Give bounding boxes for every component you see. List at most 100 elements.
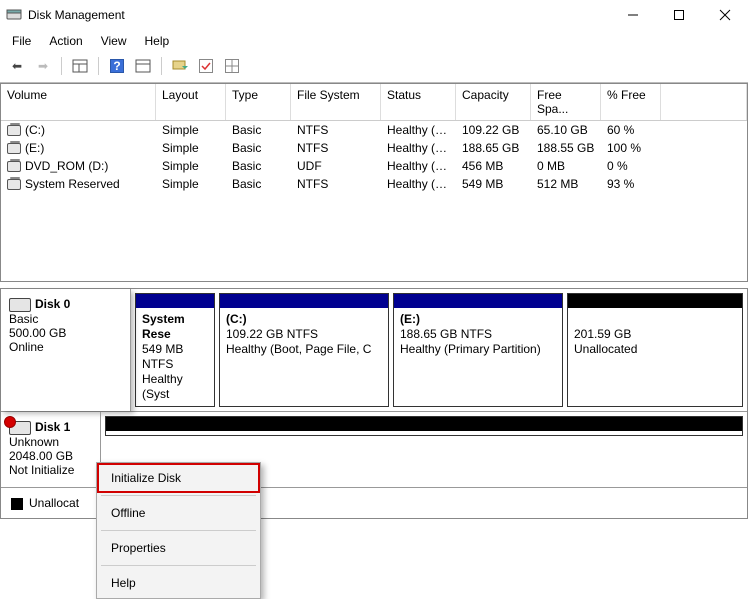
toolbar-separator [98, 57, 99, 75]
cell-capacity: 549 MB [456, 175, 531, 193]
menu-file[interactable]: File [4, 32, 39, 50]
help-button[interactable]: ? [106, 56, 128, 76]
partition-state: Unallocated [574, 342, 736, 357]
partition-bar [394, 294, 562, 308]
cell-status: Healthy (P... [381, 157, 456, 175]
cell-fs: NTFS [291, 139, 381, 157]
ctx-help[interactable]: Help [97, 568, 260, 598]
volume-name: System Reserved [25, 177, 120, 191]
svg-text:?: ? [113, 59, 120, 73]
volume-row[interactable]: DVD_ROM (D:) Simple Basic UDF Healthy (P… [1, 157, 747, 175]
col-type[interactable]: Type [226, 84, 291, 120]
cell-status: Healthy (P... [381, 139, 456, 157]
close-button[interactable] [702, 0, 748, 30]
partition-bar [568, 294, 742, 308]
volume-row[interactable]: (C:) Simple Basic NTFS Healthy (B... 109… [1, 121, 747, 139]
cell-capacity: 109.22 GB [456, 121, 531, 139]
disk-size: 2048.00 GB [9, 449, 92, 463]
window-title: Disk Management [28, 8, 610, 22]
volume-row[interactable]: System Reserved Simple Basic NTFS Health… [1, 175, 747, 193]
cell-layout: Simple [156, 175, 226, 193]
partition-bar [136, 294, 214, 308]
context-menu: Initialize Disk Offline Properties Help [96, 462, 261, 599]
partition[interactable]: (E:) 188.65 GB NTFS Healthy (Primary Par… [393, 293, 563, 407]
cell-capacity: 188.65 GB [456, 139, 531, 157]
cell-free: 65.10 GB [531, 121, 601, 139]
partition-unallocated[interactable] [105, 416, 743, 436]
col-pct[interactable]: % Free [601, 84, 661, 120]
ctx-properties[interactable]: Properties [97, 533, 260, 563]
maximize-button[interactable] [656, 0, 702, 30]
cell-type: Basic [226, 157, 291, 175]
ctx-separator [101, 495, 256, 496]
menu-action[interactable]: Action [41, 32, 90, 50]
titlebar: Disk Management [0, 0, 748, 30]
cell-layout: Simple [156, 121, 226, 139]
menu-view[interactable]: View [93, 32, 135, 50]
cell-status: Healthy (B... [381, 121, 456, 139]
disk-state: Online [9, 340, 122, 354]
minimize-button[interactable] [610, 0, 656, 30]
partition-bar [220, 294, 388, 308]
cell-layout: Simple [156, 157, 226, 175]
grid-button[interactable] [221, 56, 243, 76]
disk-state: Not Initialize [9, 463, 92, 477]
partition-unallocated[interactable]: 201.59 GB Unallocated [567, 293, 743, 407]
disk-type: Basic [9, 312, 122, 326]
toolbar-separator [61, 57, 62, 75]
menu-help[interactable]: Help [137, 32, 178, 50]
partition-size: 201.59 GB [574, 327, 736, 342]
col-volume[interactable]: Volume [1, 84, 156, 120]
col-status[interactable]: Status [381, 84, 456, 120]
cell-fs: UDF [291, 157, 381, 175]
volume-list-header: Volume Layout Type File System Status Ca… [1, 84, 747, 121]
cell-layout: Simple [156, 139, 226, 157]
partition-size: 188.65 GB NTFS [400, 327, 556, 342]
disk-info-panel[interactable]: Disk 0 Basic 500.00 GB Online [1, 289, 131, 411]
cell-free: 0 MB [531, 157, 601, 175]
partition-name: System Rese [142, 312, 208, 342]
legend-label: Unallocat [29, 496, 79, 510]
toolbar-separator [161, 57, 162, 75]
ctx-initialize-disk[interactable]: Initialize Disk [97, 463, 260, 493]
cell-free: 188.55 GB [531, 139, 601, 157]
check-button[interactable] [195, 56, 217, 76]
cell-type: Basic [226, 139, 291, 157]
volume-list: Volume Layout Type File System Status Ca… [0, 83, 748, 282]
cell-fs: NTFS [291, 121, 381, 139]
cell-capacity: 456 MB [456, 157, 531, 175]
disk-info-panel[interactable]: Disk 1 Unknown 2048.00 GB Not Initialize [1, 412, 101, 487]
ctx-separator [101, 530, 256, 531]
cell-pct: 100 % [601, 139, 661, 157]
partition-size: 109.22 GB NTFS [226, 327, 382, 342]
col-layout[interactable]: Layout [156, 84, 226, 120]
partition[interactable]: (C:) 109.22 GB NTFS Healthy (Boot, Page … [219, 293, 389, 407]
partition-bar [106, 417, 742, 431]
col-capacity[interactable]: Capacity [456, 84, 531, 120]
partition-state: Healthy (Primary Partition) [400, 342, 556, 357]
dvd-icon [7, 161, 21, 172]
volume-row[interactable]: (E:) Simple Basic NTFS Healthy (P... 188… [1, 139, 747, 157]
col-fs[interactable]: File System [291, 84, 381, 120]
partition-name: (C:) [226, 312, 382, 327]
action-list-button[interactable] [169, 56, 191, 76]
col-free[interactable]: Free Spa... [531, 84, 601, 120]
cell-pct: 0 % [601, 157, 661, 175]
ctx-offline[interactable]: Offline [97, 498, 260, 528]
volume-icon [7, 143, 21, 154]
nav-forward-button[interactable]: ➡ [32, 56, 54, 76]
settings-button[interactable] [132, 56, 154, 76]
disk-icon [9, 298, 31, 312]
partition[interactable]: System Rese 549 MB NTFS Healthy (Syst [135, 293, 215, 407]
cell-fs: NTFS [291, 175, 381, 193]
cell-free: 512 MB [531, 175, 601, 193]
legend-swatch-unallocated [11, 498, 23, 510]
cell-pct: 60 % [601, 121, 661, 139]
volume-icon [7, 125, 21, 136]
toolbar: ⬅ ➡ ? [0, 52, 748, 83]
cell-status: Healthy (S... [381, 175, 456, 193]
nav-back-button[interactable]: ⬅ [6, 56, 28, 76]
show-hide-panel-button[interactable] [69, 56, 91, 76]
disk-row: Disk 0 Basic 500.00 GB Online System Res… [1, 289, 747, 412]
cell-pct: 93 % [601, 175, 661, 193]
